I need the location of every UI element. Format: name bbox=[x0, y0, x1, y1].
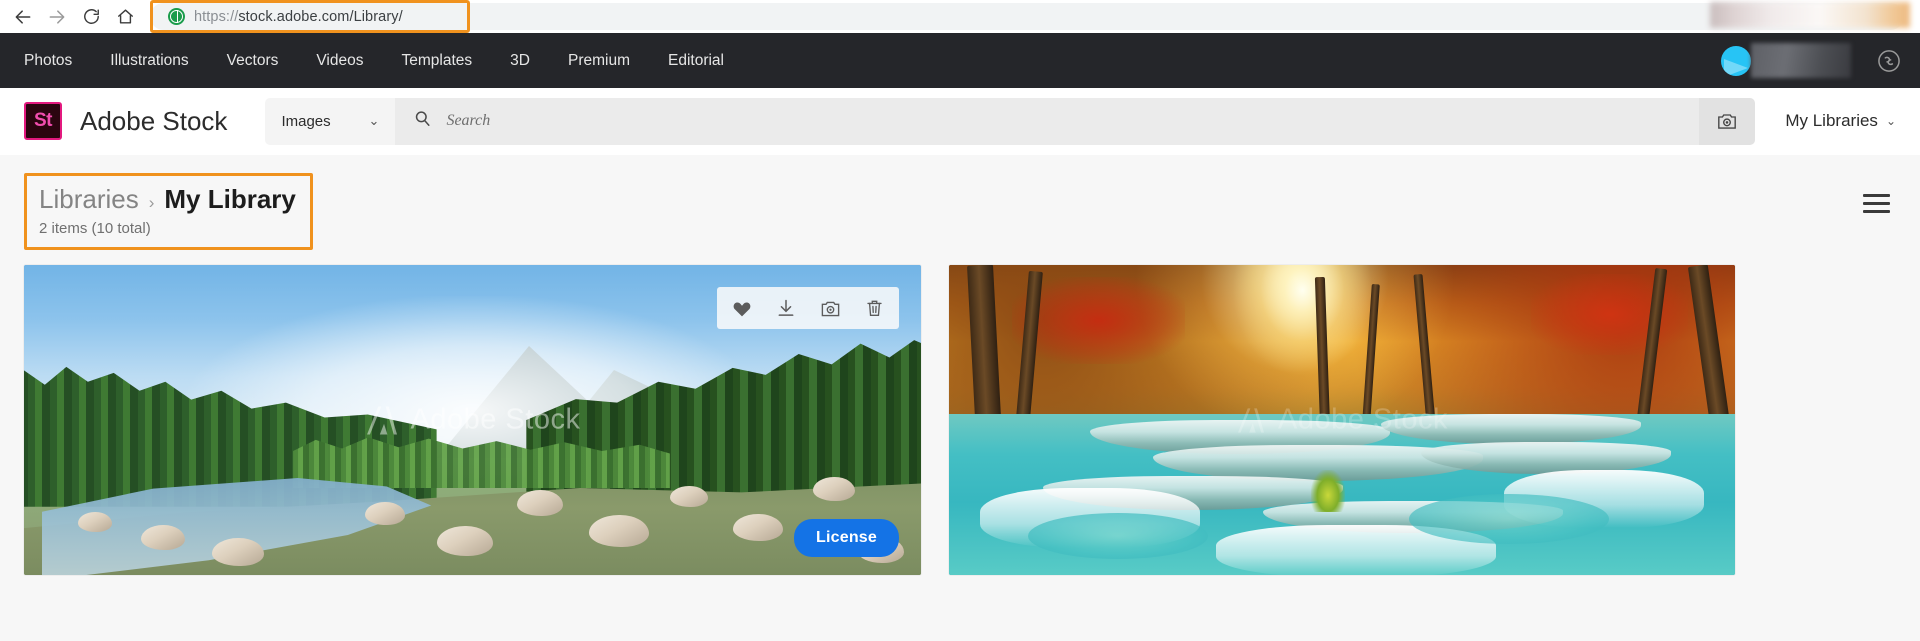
rock bbox=[517, 490, 564, 517]
license-button[interactable]: License bbox=[794, 519, 899, 557]
forward-button[interactable] bbox=[40, 3, 74, 31]
search-type-label: Images bbox=[281, 112, 331, 130]
visual-search-camera-button[interactable] bbox=[1699, 97, 1756, 145]
item-count: 2 items (10 total) bbox=[39, 220, 151, 237]
back-button[interactable] bbox=[6, 3, 40, 31]
heart-icon[interactable] bbox=[731, 297, 753, 319]
download-icon[interactable] bbox=[775, 297, 797, 319]
topnav-item-templates[interactable]: Templates bbox=[383, 33, 492, 88]
turquoise-pool bbox=[1027, 513, 1208, 559]
browser-toolbar-redacted bbox=[1710, 2, 1910, 28]
page-title: My Library bbox=[164, 184, 296, 214]
breadcrumb: Libraries › My Library 2 items (10 total… bbox=[24, 173, 313, 250]
home-icon bbox=[117, 9, 133, 24]
asset-card-mountain-river[interactable]: Adobe Stock License bbox=[24, 265, 921, 575]
topnav-item-premium[interactable]: Premium bbox=[549, 33, 649, 88]
omnibox-wrapper: https://stock.adobe.com/Library/ bbox=[150, 0, 1904, 33]
topnav-item-vectors[interactable]: Vectors bbox=[208, 33, 298, 88]
reload-button[interactable] bbox=[74, 3, 108, 31]
username-redacted bbox=[1751, 43, 1851, 78]
asset-card-autumn-waterfall[interactable]: Adobe Stock bbox=[949, 265, 1735, 575]
adobe-top-nav: Photos Illustrations Vectors Videos Temp… bbox=[0, 33, 1920, 88]
rock bbox=[813, 476, 856, 501]
sun-glow bbox=[1231, 265, 1374, 377]
search-group: Images ⌄ Search bbox=[265, 97, 1756, 145]
address-bar[interactable]: https://stock.adobe.com/Library/ bbox=[150, 3, 1904, 30]
breadcrumb-separator-icon: › bbox=[148, 193, 155, 212]
top-nav-account-area bbox=[1721, 33, 1920, 88]
reload-icon bbox=[83, 9, 99, 24]
arrow-right-icon bbox=[49, 9, 65, 24]
home-button[interactable] bbox=[108, 3, 142, 31]
arrow-left-icon bbox=[15, 9, 31, 24]
creative-cloud-icon[interactable] bbox=[1875, 47, 1902, 74]
trash-icon[interactable] bbox=[863, 297, 885, 319]
rock bbox=[732, 513, 783, 541]
search-type-dropdown[interactable]: Images ⌄ bbox=[265, 97, 396, 145]
top-nav-links: Photos Illustrations Vectors Videos Temp… bbox=[0, 33, 743, 88]
url-scheme: https:// bbox=[194, 8, 239, 25]
adobe-stock-logo[interactable]: St bbox=[24, 102, 62, 140]
rock bbox=[212, 537, 265, 566]
search-input[interactable]: Search bbox=[446, 112, 1685, 130]
rock bbox=[364, 502, 405, 526]
url-rest: stock.adobe.com/Library/ bbox=[238, 8, 403, 25]
my-libraries-label: My Libraries bbox=[1785, 111, 1878, 130]
avatar[interactable] bbox=[1721, 45, 1751, 76]
breadcrumb-libraries-link[interactable]: Libraries bbox=[39, 184, 139, 215]
camera-icon bbox=[1718, 114, 1737, 129]
asset-thumbnail bbox=[949, 265, 1735, 575]
hamburger-icon[interactable] bbox=[1856, 183, 1896, 223]
foreground-plant bbox=[1310, 469, 1345, 512]
adobe-stock-header: St Adobe Stock Images ⌄ Search My Librar… bbox=[0, 88, 1920, 155]
topnav-item-illustrations[interactable]: Illustrations bbox=[91, 33, 207, 88]
brand-name[interactable]: Adobe Stock bbox=[80, 106, 227, 137]
rock bbox=[589, 515, 650, 548]
breadcrumb-row: Libraries › My Library 2 items (10 total… bbox=[24, 155, 1896, 250]
topnav-item-photos[interactable]: Photos bbox=[24, 33, 91, 88]
page-body: Libraries › My Library 2 items (10 total… bbox=[0, 155, 1920, 641]
rock bbox=[140, 525, 185, 551]
topnav-item-videos[interactable]: Videos bbox=[297, 33, 382, 88]
my-libraries-dropdown[interactable]: My Libraries ⌄ bbox=[1785, 111, 1896, 131]
asset-hover-toolbar bbox=[717, 287, 899, 329]
search-icon bbox=[413, 109, 432, 133]
rock bbox=[669, 485, 708, 507]
globe-icon bbox=[168, 8, 185, 25]
topnav-item-3d[interactable]: 3D bbox=[491, 33, 549, 88]
search-field[interactable]: Search bbox=[395, 97, 1700, 145]
chevron-down-icon: ⌄ bbox=[1885, 114, 1896, 128]
address-bar-url: https://stock.adobe.com/Library/ bbox=[194, 9, 403, 25]
asset-grid: Adobe Stock License Adobe Stock bbox=[24, 265, 1896, 575]
chevron-down-icon: ⌄ bbox=[368, 113, 380, 128]
browser-chrome: https://stock.adobe.com/Library/ bbox=[0, 0, 1920, 33]
topnav-item-editorial[interactable]: Editorial bbox=[649, 33, 743, 88]
rock bbox=[77, 511, 112, 532]
rock bbox=[436, 526, 493, 557]
camera-icon[interactable] bbox=[819, 297, 841, 319]
breadcrumb-line: Libraries › My Library bbox=[39, 184, 296, 215]
